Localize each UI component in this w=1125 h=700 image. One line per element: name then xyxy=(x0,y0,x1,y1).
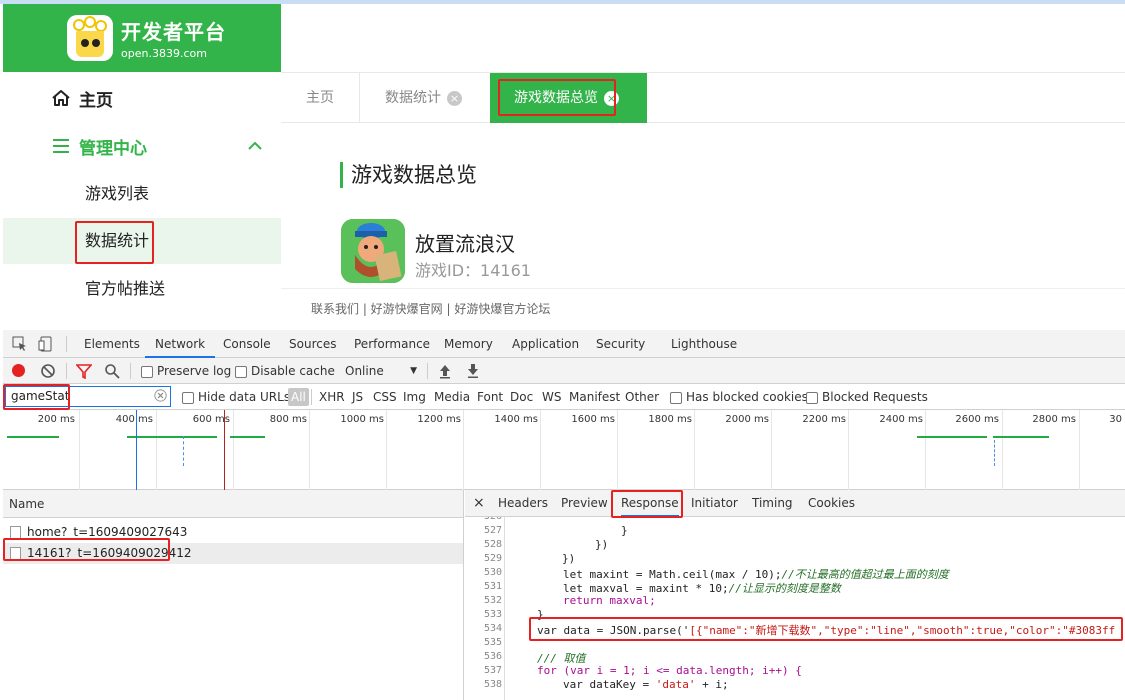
filter-type-manifest[interactable]: Manifest xyxy=(569,384,620,410)
detail-tab-preview[interactable]: Preview xyxy=(561,490,608,517)
devtools-tab-console[interactable]: Console xyxy=(223,330,271,358)
blocked-requests-checkbox[interactable]: Blocked Requests xyxy=(806,384,928,410)
preserve-log-checkbox[interactable]: Preserve log xyxy=(141,358,231,384)
game-id: 游戏ID：14161 xyxy=(415,261,531,280)
record-icon[interactable] xyxy=(12,364,25,377)
close-icon[interactable]: × xyxy=(447,90,462,106)
clear-filter-icon[interactable] xyxy=(154,389,167,402)
detail-tabs: × Headers Preview Response Initiator Tim… xyxy=(465,490,1125,517)
request-detail: × Headers Preview Response Initiator Tim… xyxy=(465,490,1125,700)
line-numbers: 526 527 528 529 530 531 532 533 534 535 … xyxy=(465,517,505,700)
code-line: var data = JSON.parse('[{"name":"新增下载数",… xyxy=(537,624,1116,637)
code-line: for (var i = 1; i <= data.length; i++) { xyxy=(537,664,802,677)
code-line: } xyxy=(621,524,628,537)
clear-icon[interactable] xyxy=(40,363,56,379)
close-icon[interactable]: × xyxy=(473,490,485,517)
search-icon[interactable] xyxy=(104,363,120,379)
devtools-tab-performance[interactable]: Performance xyxy=(354,330,430,358)
game-icon xyxy=(341,219,405,283)
has-blocked-cookies-checkbox[interactable]: Has blocked cookies xyxy=(670,384,808,410)
filter-bar: gameStat Hide data URLs All XHR JS CSS I… xyxy=(3,384,1125,410)
game-name: 放置流浪汉 xyxy=(415,232,515,256)
network-toolbar: Preserve log Disable cache Online ▼ xyxy=(3,358,1125,384)
filter-type-font[interactable]: Font xyxy=(477,384,503,410)
inspect-icon[interactable] xyxy=(12,336,28,352)
devtools-tab-security[interactable]: Security xyxy=(596,330,645,358)
request-row[interactable]: 14161?_t=1609409029412 xyxy=(3,543,463,564)
code-line: }) xyxy=(595,538,609,551)
devtools-tab-lighthouse[interactable]: Lighthouse xyxy=(671,330,737,358)
sidebar-home-label: 主页 xyxy=(79,90,113,111)
code-line: } xyxy=(537,608,544,621)
page-title: 游戏数据总览 xyxy=(340,162,477,188)
detail-tab-headers[interactable]: Headers xyxy=(498,490,548,517)
network-overview[interactable]: 200 ms 400 ms 600 ms 800 ms 1000 ms 1200… xyxy=(3,410,1125,490)
filter-type-all[interactable]: All xyxy=(288,388,309,406)
filter-input[interactable]: gameStat xyxy=(5,386,171,407)
code-line: }) xyxy=(562,552,576,565)
menu-icon xyxy=(53,139,69,153)
sidebar-item-data-stats[interactable]: 数据统计 xyxy=(3,218,281,264)
app-window: 开发者平台 open.3839.com 主页 管理中心 游戏列表 数据统计 官方… xyxy=(0,0,1125,700)
hide-data-urls-checkbox[interactable]: Hide data URLs xyxy=(182,384,290,410)
devtools-tab-elements[interactable]: Elements xyxy=(84,330,140,358)
page-tabs: 主页 数据统计 × 游戏数据总览 × xyxy=(281,72,1125,123)
filter-type-media[interactable]: Media xyxy=(434,384,470,410)
filter-type-css[interactable]: CSS xyxy=(373,384,397,410)
devtools-tab-memory[interactable]: Memory xyxy=(444,330,493,358)
home-icon xyxy=(52,90,70,106)
devtools-tab-application[interactable]: Application xyxy=(512,330,579,358)
filter-type-js[interactable]: JS xyxy=(352,384,363,410)
upload-icon[interactable] xyxy=(437,363,453,379)
device-toggle-icon[interactable] xyxy=(38,336,54,352)
brand-header[interactable]: 开发者平台 open.3839.com xyxy=(3,4,281,72)
tab-home[interactable]: 主页 xyxy=(306,73,334,123)
devtools-tabs: Elements Network Console Sources Perform… xyxy=(3,330,1125,358)
filter-type-doc[interactable]: Doc xyxy=(510,384,533,410)
detail-tab-initiator[interactable]: Initiator xyxy=(691,490,738,517)
chevron-up-icon[interactable] xyxy=(247,138,263,154)
sidebar: 主页 管理中心 游戏列表 数据统计 官方帖推送 xyxy=(3,72,281,330)
request-row[interactable]: home?_t=1609409027643 xyxy=(3,522,463,543)
sidebar-item-game-list[interactable]: 游戏列表 xyxy=(3,171,281,217)
detail-tab-response[interactable]: Response xyxy=(621,490,679,517)
disable-cache-checkbox[interactable]: Disable cache xyxy=(235,358,335,384)
sidebar-item-official-push[interactable]: 官方帖推送 xyxy=(3,266,281,312)
response-code[interactable]: 526 527 528 529 530 531 532 533 534 535 … xyxy=(465,517,1125,700)
request-list-header[interactable]: Name xyxy=(3,490,463,518)
filter-type-img[interactable]: Img xyxy=(403,384,426,410)
request-list: Name home?_t=1609409027643 14161?_t=1609… xyxy=(3,490,464,700)
throttle-select[interactable]: Online ▼ xyxy=(345,358,417,384)
devtools-tab-sources[interactable]: Sources xyxy=(289,330,336,358)
code-line: var dataKey = 'data' + i; xyxy=(563,678,729,691)
filter-icon[interactable] xyxy=(76,363,92,379)
tab-game-overview[interactable]: 游戏数据总览 × xyxy=(490,73,647,123)
sidebar-item-home[interactable]: 主页 xyxy=(51,86,113,111)
close-icon[interactable]: × xyxy=(604,90,619,106)
download-icon[interactable] xyxy=(465,363,481,379)
devtools-tab-network[interactable]: Network xyxy=(145,330,216,358)
code-line: return maxval; xyxy=(563,594,656,607)
sidebar-management-label: 管理中心 xyxy=(79,138,147,159)
filter-type-xhr[interactable]: XHR xyxy=(319,384,345,410)
header-bar xyxy=(281,4,1125,72)
detail-tab-cookies[interactable]: Cookies xyxy=(808,490,855,517)
footer-links[interactable]: 联系我们 | 好游快爆官网 | 好游快爆官方论坛 xyxy=(281,288,1125,330)
sidebar-item-management[interactable]: 管理中心 xyxy=(51,134,263,159)
devtools-panel: Elements Network Console Sources Perform… xyxy=(3,330,1125,700)
brand-subtitle: open.3839.com xyxy=(121,47,207,60)
filter-type-other[interactable]: Other xyxy=(625,384,659,410)
tab-data-stats[interactable]: 数据统计 × xyxy=(385,73,462,123)
logo-icon xyxy=(67,15,113,61)
brand-title: 开发者平台 xyxy=(121,20,226,44)
filter-type-ws[interactable]: WS xyxy=(542,384,561,410)
detail-tab-timing[interactable]: Timing xyxy=(752,490,793,517)
